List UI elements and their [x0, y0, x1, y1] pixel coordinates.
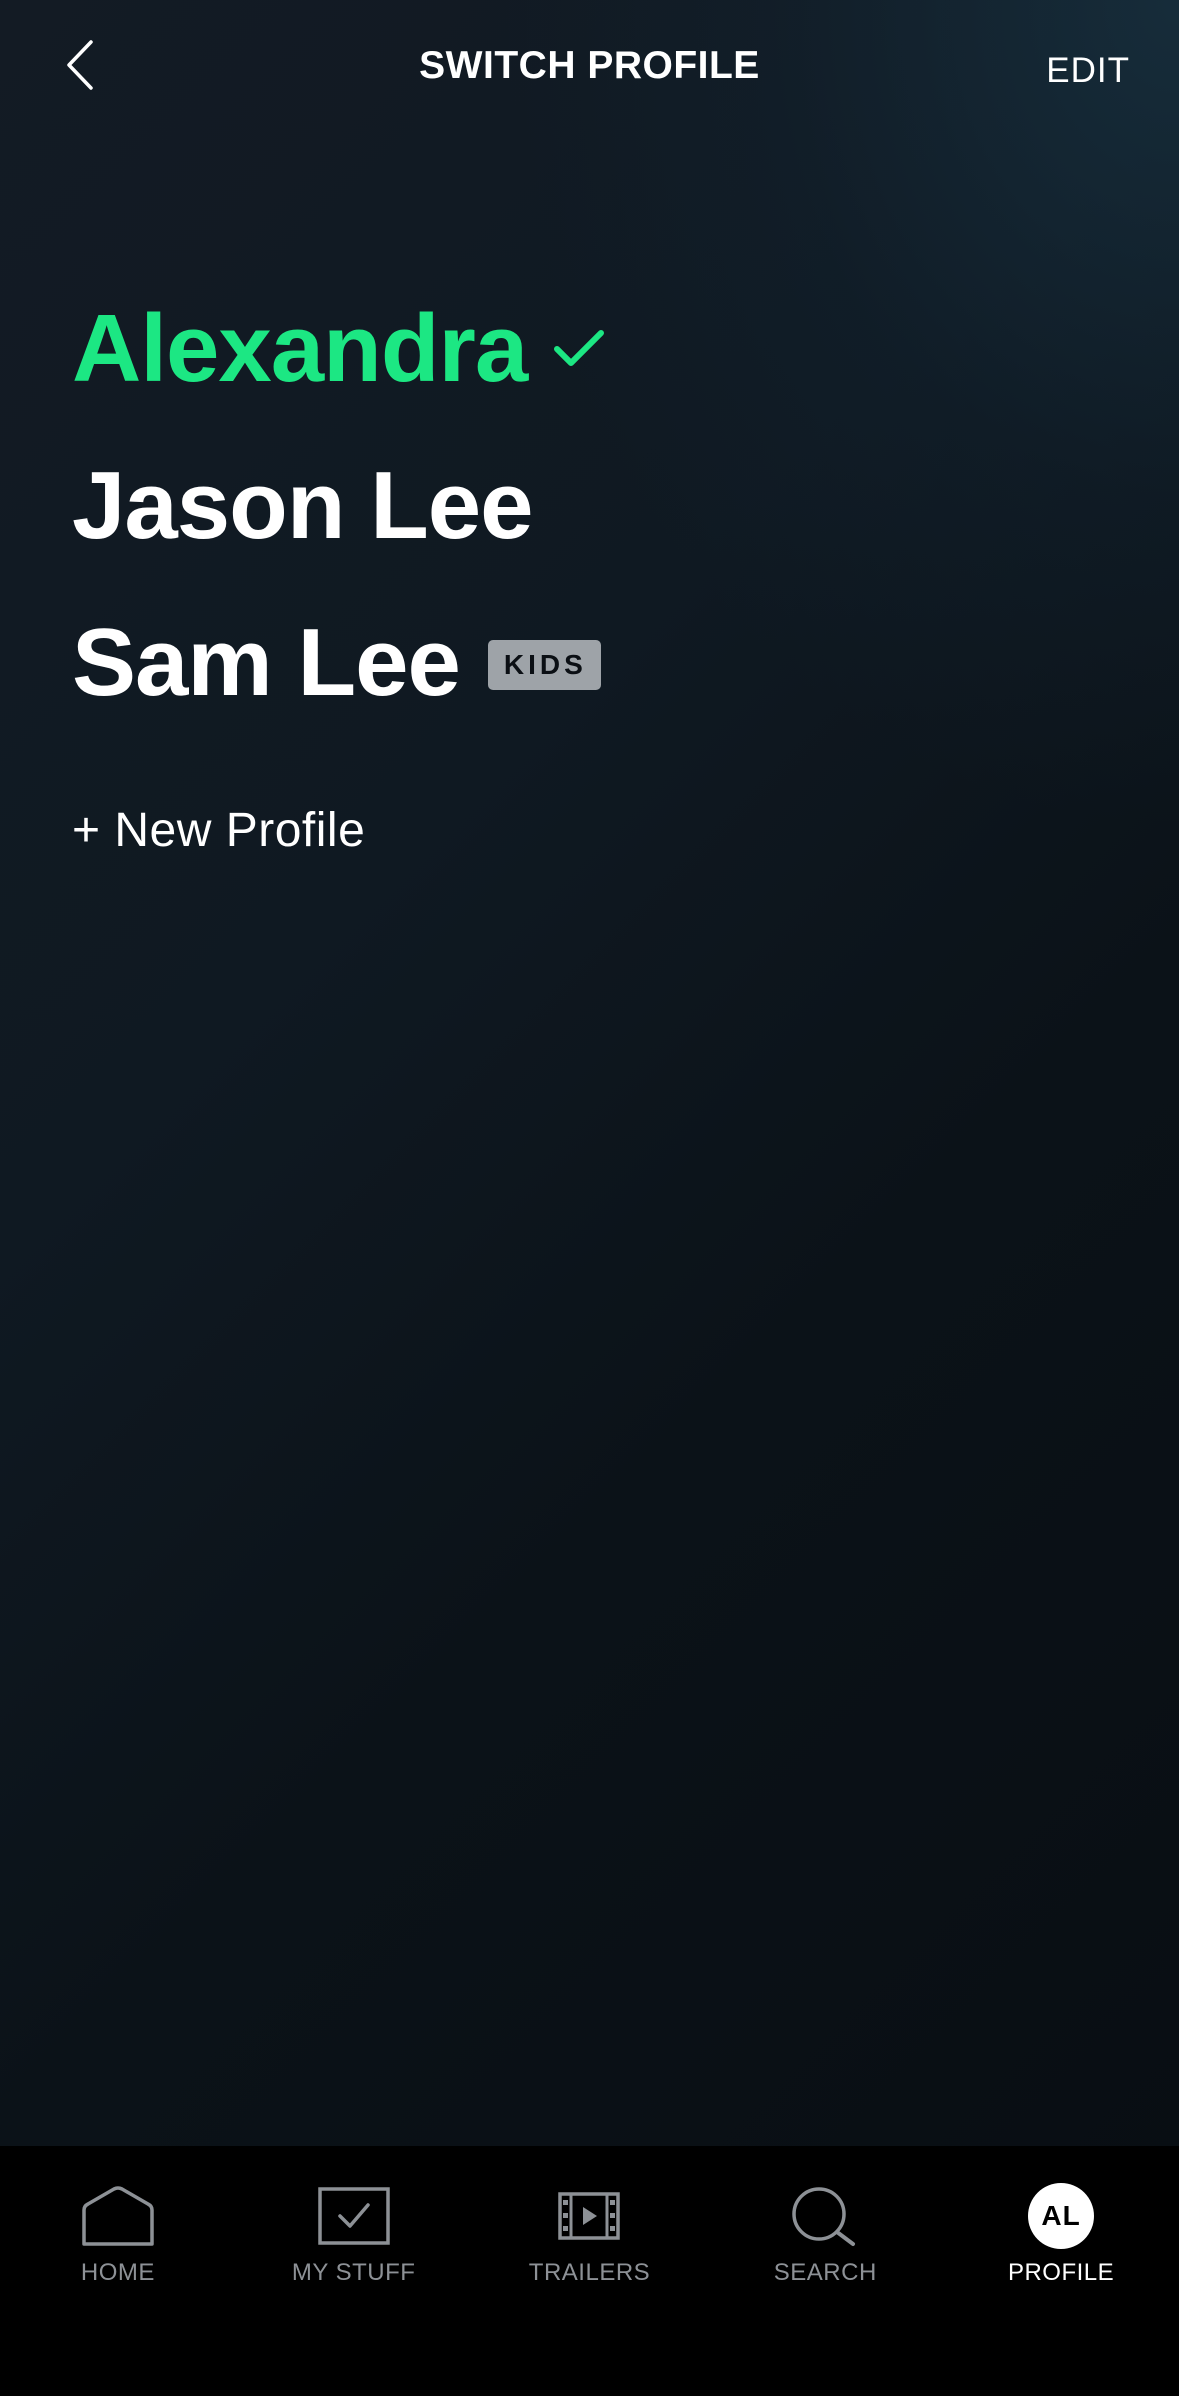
nav-label: HOME — [80, 2259, 155, 2286]
bottom-nav: HOME MY STUFF TRAILERS SEARCH AL PROFILE — [0, 2146, 1179, 2396]
nav-label: MY STUFF — [291, 2259, 416, 2286]
film-icon — [549, 2181, 629, 2251]
checkmark-icon — [553, 323, 605, 375]
kids-badge: KIDS — [487, 639, 601, 690]
home-icon — [78, 2181, 158, 2251]
nav-item-profile[interactable]: AL PROFILE — [943, 2146, 1179, 2396]
nav-item-search[interactable]: SEARCH — [707, 2146, 943, 2396]
nav-label: PROFILE — [1007, 2259, 1115, 2286]
nav-item-home[interactable]: HOME — [0, 2146, 236, 2396]
avatar: AL — [1028, 2183, 1095, 2249]
search-icon — [785, 2181, 865, 2251]
nav-item-my-stuff[interactable]: MY STUFF — [236, 2146, 472, 2396]
avatar-icon: AL — [1021, 2181, 1101, 2251]
edit-button[interactable]: EDIT — [1046, 51, 1130, 91]
profile-item-alexandra[interactable]: Alexandra — [72, 270, 1122, 427]
profile-list: Alexandra Jason Lee Sam Lee KIDS — [72, 270, 1122, 741]
profile-item-jason-lee[interactable]: Jason Lee — [72, 427, 1122, 584]
header: SWITCH PROFILE EDIT — [0, 0, 1179, 140]
nav-item-trailers[interactable]: TRAILERS — [472, 2146, 708, 2396]
new-profile-button[interactable]: + New Profile — [72, 803, 365, 858]
profile-name: Alexandra — [72, 294, 528, 402]
profile-name: Jason Lee — [72, 451, 534, 559]
profile-name: Sam Lee — [72, 608, 461, 716]
nav-label: TRAILERS — [528, 2259, 651, 2286]
my-stuff-icon — [314, 2181, 394, 2251]
page-title: SWITCH PROFILE — [419, 44, 760, 87]
profile-item-sam-lee[interactable]: Sam Lee KIDS — [72, 584, 1122, 741]
nav-label: SEARCH — [773, 2259, 877, 2286]
